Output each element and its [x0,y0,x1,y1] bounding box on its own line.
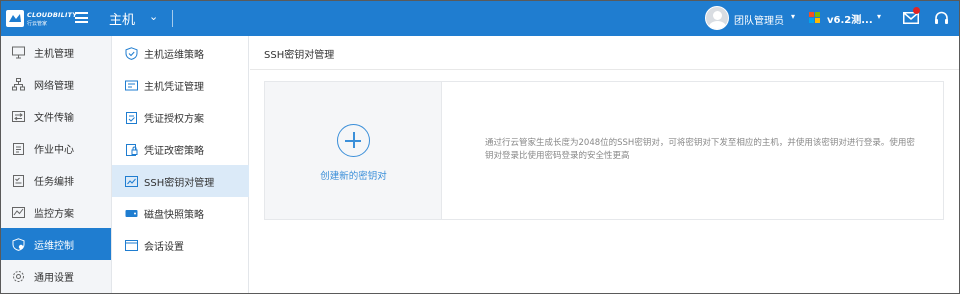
user-menu-chevron-icon[interactable]: ▾ [791,12,795,21]
top-bar: CLOUDBILITY 行云管家 主机 ⌄ 团队管理员 ▾ v6.2测... ▾ [1,1,959,36]
network-icon [12,77,25,91]
submenu-item-disk-snapshot-policy[interactable]: 磁盘快照策略 [112,197,249,229]
sidebar-item-label: 主机管理 [34,48,74,60]
sidebar-item-general-settings[interactable]: 通用设置 [1,260,111,292]
cloudbility-logo[interactable]: CLOUDBILITY 行云管家 [6,8,77,30]
sidebar-item-host-management[interactable]: 主机管理 [1,36,111,68]
submenu-item-label: 凭证授权方案 [144,113,204,125]
submenu-item-host-ops-policy[interactable]: 主机运维策略 [112,37,249,69]
brand-name: CLOUDBILITY [27,11,78,19]
submenu-item-label: 凭证改密策略 [144,145,204,157]
notification-badge [913,7,920,14]
sidebar-item-monitoring-plan[interactable]: 监控方案 [1,196,111,228]
gear-icon [12,270,25,283]
key-chart-icon [125,175,138,188]
keypair-card: 创建新的密钥对 通过行云管家生成长度为2048位的SSH密钥对，可将密钥对下发至… [264,81,944,220]
sidebar-item-job-center[interactable]: 作业中心 [1,132,111,164]
chevron-down-icon[interactable]: ⌄ [149,10,158,23]
sidebar-item-label: 通用设置 [34,272,74,284]
logo-icon [6,10,24,27]
sidebar-item-label: 作业中心 [34,144,74,156]
version-selector[interactable]: v6.2测... [827,11,873,26]
file-transfer-icon [12,110,25,123]
sidebar-item-file-transfer[interactable]: 文件传输 [1,100,111,132]
windows-logo-icon [809,12,821,24]
sidebar-item-label: 监控方案 [34,208,74,220]
submenu-item-session-settings[interactable]: 会话设置 [112,229,249,261]
avatar[interactable] [705,6,729,30]
headset-icon[interactable] [934,11,949,26]
sidebar-item-ops-control[interactable]: 运维控制 [1,228,111,260]
submenu-item-label: SSH密钥对管理 [144,177,215,189]
task-icon [12,174,25,187]
menu-toggle-icon[interactable] [75,12,88,23]
page-title: SSH密钥对管理 [264,50,335,61]
shield-icon [12,237,25,251]
sidebar-item-label: 网络管理 [34,80,74,92]
submenu-item-credential-authorization[interactable]: 凭证授权方案 [112,101,249,133]
module-title[interactable]: 主机 [109,9,135,28]
disk-icon [125,207,138,220]
version-chevron-icon[interactable]: ▾ [877,12,881,21]
divider [250,69,959,70]
submenu-item-label: 主机凭证管理 [144,81,204,93]
sidebar-item-label: 运维控制 [34,240,74,252]
sidebar-item-network-management[interactable]: 网络管理 [1,68,111,100]
submenu-item-label: 会话设置 [144,241,184,253]
lock-icon [125,143,138,156]
keypair-description: 通过行云管家生成长度为2048位的SSH密钥对，可将密钥对下发至相应的主机，并使… [485,138,915,161]
user-name[interactable]: 团队管理员 [734,12,784,27]
main-content: SSH密钥对管理 创建新的密钥对 通过行云管家生成长度为2048位的SSH密钥对… [250,36,959,293]
divider [172,10,173,27]
submenu-item-ssh-keypair-management[interactable]: SSH密钥对管理 [112,165,249,197]
plus-circle-icon [337,124,370,157]
submenu-item-credential-password-policy[interactable]: 凭证改密策略 [112,133,249,165]
main-sidebar: 主机管理 网络管理 文件传输 作业中心 任务编排 监控方案 运维控制 通用设置 [1,36,112,293]
window-icon [125,239,138,252]
sidebar-item-task-orchestration[interactable]: 任务编排 [1,164,111,196]
submenu-item-host-credential-management[interactable]: 主机凭证管理 [112,69,249,101]
credential-icon [125,79,138,92]
create-keypair-label: 创建新的密钥对 [320,171,387,182]
app-window: CLOUDBILITY 行云管家 主机 ⌄ 团队管理员 ▾ v6.2测... ▾ [0,0,960,294]
sub-menu: 主机运维策略 主机凭证管理 凭证授权方案 凭证改密策略 SSH密钥对管理 磁盘快… [112,36,249,293]
brand-subtitle: 行云管家 [27,21,48,27]
create-keypair-button[interactable]: 创建新的密钥对 [265,82,442,219]
monitor-icon [12,46,25,59]
shield-check-icon [125,46,138,60]
submenu-item-label: 磁盘快照策略 [144,209,204,221]
submenu-item-label: 主机运维策略 [144,49,204,61]
clipboard-icon [12,142,25,155]
chart-icon [12,206,25,219]
sidebar-item-label: 文件传输 [34,112,74,124]
sidebar-item-label: 任务编排 [34,176,74,188]
authorize-icon [125,111,138,124]
